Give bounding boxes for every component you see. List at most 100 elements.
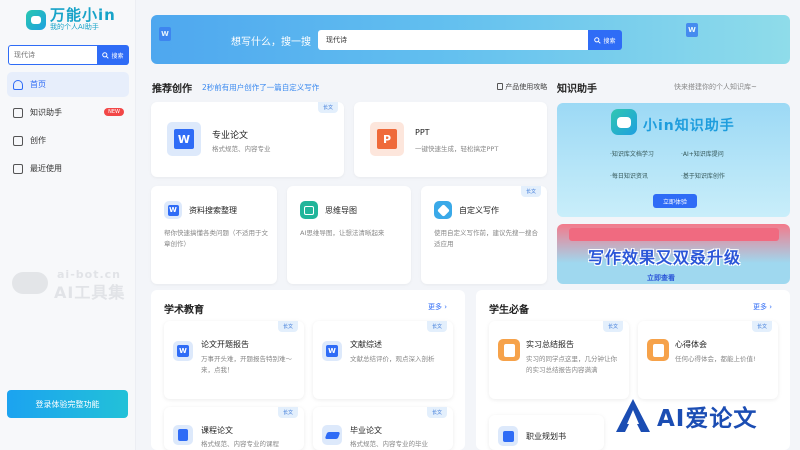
word-icon: W <box>173 341 193 361</box>
long-text-tag: 长文 <box>602 321 623 332</box>
word-deco-icon: W <box>159 27 171 41</box>
card-desc: 格式规范、内容专业的毕业 <box>350 440 428 448</box>
sidebar-search-button[interactable]: 搜索 <box>97 45 129 65</box>
promo-header-bar <box>569 228 779 241</box>
word-deco-icon: W <box>686 23 698 37</box>
card-title: 心得体会 <box>675 340 707 349</box>
sidebar-nav: 首页 知识助手 NEW 创作 最近使用 <box>7 72 129 184</box>
recommend-title: 推荐创作 <box>152 84 192 95</box>
sidebar-item-create[interactable]: 创作 <box>7 128 129 153</box>
watermark-logo-icon <box>12 272 48 294</box>
search-icon <box>102 51 110 59</box>
app-tagline: 我的个人AI助手 <box>50 23 99 31</box>
card-mindmap[interactable]: 思维导图 AI思维导图，让想法清晰起来 <box>287 186 411 284</box>
sidebar-item-label: 首页 <box>30 80 46 89</box>
card-title: 课程论文 <box>201 426 233 435</box>
sidebar-item-label: 最近使用 <box>30 164 62 173</box>
academic-panel: 学术教育 更多 › 长文 W 论文开题报告 万事开头难，开题报告特别难～来，点我… <box>151 290 465 450</box>
card-title: 文献综述 <box>350 340 382 349</box>
report-icon <box>498 339 520 361</box>
knowledge-subtitle: 快来搭建你的个人知识库~ <box>674 83 757 91</box>
robot-icon <box>611 109 637 135</box>
card-internship-report[interactable]: 长文 实习总结报告 实习的同学点这里，几分钟让你的实习总结报告内容满满 <box>489 321 629 399</box>
sidebar: 万能小in 我的个人AI助手 搜索 首页 知识助手 NEW 创作 最近使用 <box>0 0 136 450</box>
login-button[interactable]: 登录体验完整功能 <box>7 390 128 418</box>
card-title: 自定义写作 <box>459 206 499 215</box>
feature-item: ·基于知识库创作 <box>681 173 725 180</box>
sidebar-item-label: 知识助手 <box>30 108 62 117</box>
document-icon <box>13 163 23 174</box>
sidebar-item-knowledge[interactable]: 知识助手 NEW <box>7 100 129 125</box>
corner-watermark: AI爱论文 <box>613 396 757 436</box>
more-label: 更多 <box>753 303 767 311</box>
long-text-tag: 长文 <box>751 321 772 332</box>
sidebar-watermark: ai-bot.cn AI工具集 <box>12 268 125 303</box>
app-logo[interactable]: 万能小in 我的个人AI助手 <box>26 8 116 32</box>
knowledge-icon <box>13 107 23 118</box>
promo-sub: 立即查看 <box>647 274 675 282</box>
search-banner: W W 想写什么，搜一搜 搜索 <box>151 15 790 64</box>
card-title: PPT <box>415 128 430 137</box>
search-icon <box>594 36 602 44</box>
word-icon: W <box>322 341 342 361</box>
card-desc: 任何心得体会，都能上价值! <box>675 355 756 363</box>
promo-title: 写作效果又双叒升级 <box>588 248 742 267</box>
card-desc: 万事开头难，开题报告特别难～来，点我！ <box>201 355 292 374</box>
card-desc: 格式规范、内容专业 <box>212 145 271 153</box>
banner-question: 想写什么，搜一搜 <box>231 37 311 48</box>
promo-banner[interactable]: 写作效果又双叒升级 立即查看 <box>557 224 790 284</box>
card-title: 专业论文 <box>212 131 249 141</box>
card-title: 思维导图 <box>325 206 357 215</box>
student-title: 学生必备 <box>489 305 529 316</box>
sidebar-search: 搜索 <box>8 45 129 65</box>
card-graduation-paper[interactable]: 长文 毕业论文 格式规范、内容专业的毕业 <box>313 407 453 450</box>
card-desc: 帮你快速搞懂各类问题（不适用于文章创作） <box>164 229 268 248</box>
card-desc: 使用自定义写作前，建议先搜一搜合适应用 <box>434 229 538 248</box>
card-desc: 格式规范、内容专业的课程 <box>201 440 279 448</box>
feature-item: ·AI+知识库提问 <box>681 151 724 158</box>
card-professional-paper[interactable]: 长文 W 专业论文 格式规范、内容专业 <box>151 102 344 177</box>
banner-search-label: 搜索 <box>603 37 616 45</box>
card-course-paper[interactable]: 长文 课程论文 格式规范、内容专业的课程 <box>164 407 304 450</box>
sidebar-item-recent[interactable]: 最近使用 <box>7 156 129 181</box>
feature-item: ·每日知识资讯 <box>610 173 648 180</box>
student-more-link[interactable]: 更多 › <box>753 302 772 312</box>
product-guide-link[interactable]: 产品使用攻略 <box>497 82 547 92</box>
long-text-tag: 长文 <box>277 407 298 418</box>
banner-search-button[interactable]: 搜索 <box>588 30 622 50</box>
app-name: 万能小in <box>50 6 116 24</box>
card-proposal[interactable]: 长文 W 论文开题报告 万事开头难，开题报告特别难～来，点我！ <box>164 321 304 399</box>
card-reflection[interactable]: 长文 心得体会 任何心得体会，都能上价值! <box>638 321 778 399</box>
card-research[interactable]: W 资料搜索整理 帮你快速搞懂各类问题（不适用于文章创作） <box>151 186 277 284</box>
mindmap-icon <box>300 201 318 219</box>
long-text-tag: 长文 <box>426 407 447 418</box>
robot-logo-icon <box>26 10 46 30</box>
knowledge-title: 知识助手 <box>557 84 597 95</box>
knowledge-banner[interactable]: 小in知识助手 ·知识库文档学习 ·AI+知识库提问 ·每日知识资讯 ·基于知识… <box>557 103 790 217</box>
card-desc: AI思维导图，让想法清晰起来 <box>300 229 385 237</box>
recommend-subtitle[interactable]: 2秒前有用户创作了一篇自定义写作 <box>202 82 319 93</box>
academic-more-link[interactable]: 更多 › <box>428 302 447 312</box>
card-career-plan[interactable]: 职业规划书 <box>489 415 604 450</box>
long-text-tag: 长文 <box>317 102 338 113</box>
more-label: 更多 <box>428 303 442 311</box>
card-title: 职业规划书 <box>526 432 566 441</box>
long-text-tag: 长文 <box>277 321 298 332</box>
card-custom-write[interactable]: 长文 自定义写作 使用自定义写作前，建议先搜一搜合适应用 <box>421 186 547 284</box>
sidebar-search-input[interactable] <box>8 45 97 65</box>
custom-write-icon <box>434 201 452 219</box>
sidebar-item-home[interactable]: 首页 <box>7 72 129 97</box>
sidebar-search-label: 搜索 <box>111 52 124 60</box>
academic-title: 学术教育 <box>164 305 204 316</box>
watermark-logo-icon <box>616 399 650 432</box>
watermark-text: AI爱论文 <box>657 406 758 432</box>
banner-search-input[interactable] <box>318 30 588 50</box>
try-now-button[interactable]: 立即体验 <box>653 194 697 208</box>
long-text-tag: 长文 <box>520 186 541 197</box>
card-title: 实习总结报告 <box>526 340 574 349</box>
card-literature-review[interactable]: 长文 W 文献综述 文献总结评价，观点深入剖析 <box>313 321 453 399</box>
card-ppt[interactable]: P PPT 一键快速生成，轻松搞定PPT <box>354 102 547 177</box>
report-icon <box>647 339 669 361</box>
banner-search: 搜索 <box>318 30 622 50</box>
guide-label: 产品使用攻略 <box>505 83 548 91</box>
